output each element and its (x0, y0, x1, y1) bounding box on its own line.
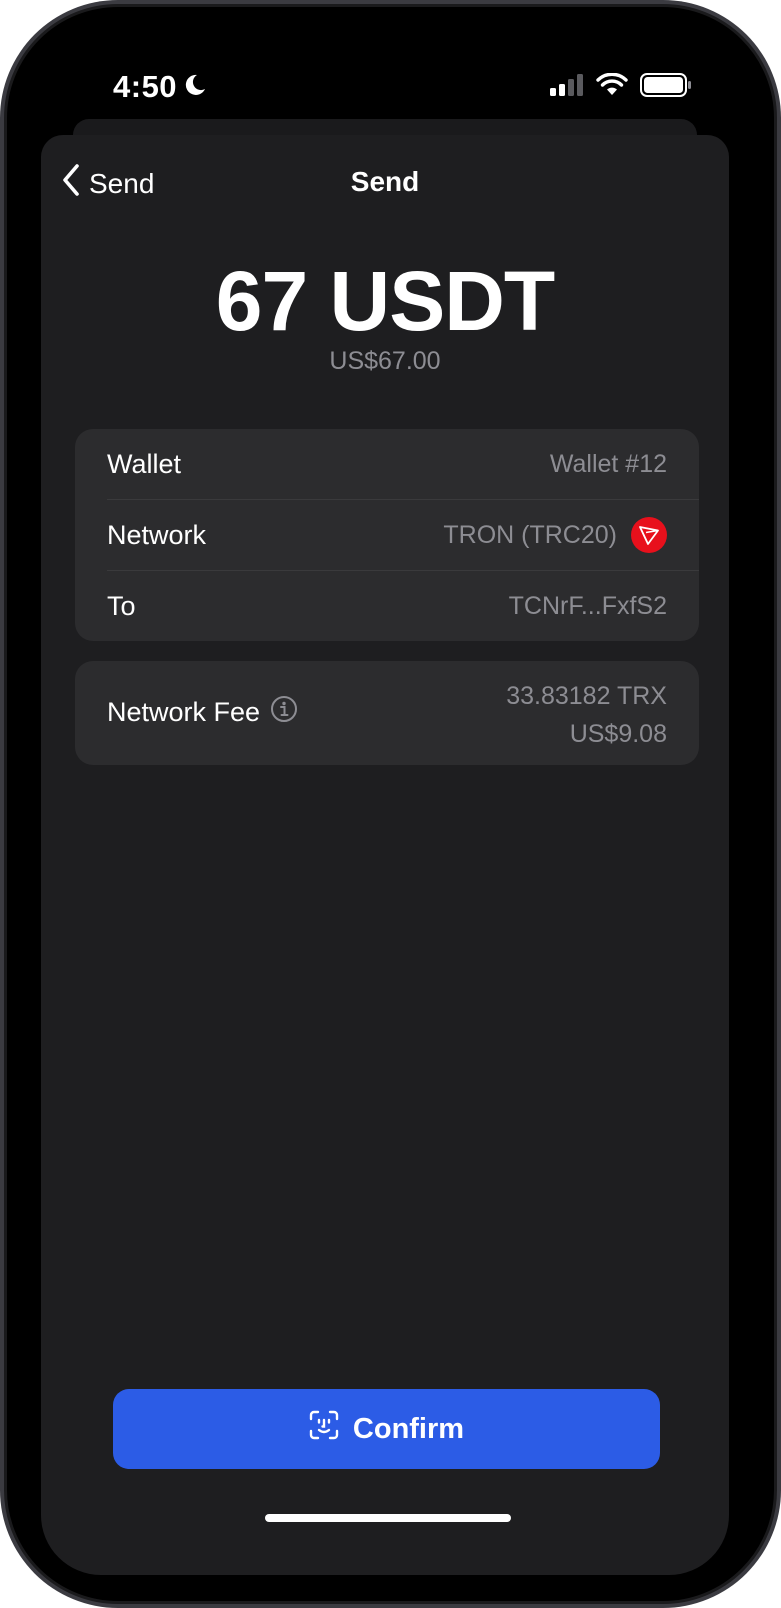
network-fee-label: Network Fee (107, 697, 261, 727)
face-id-icon (309, 1410, 339, 1448)
send-amount: 67 USDT (215, 254, 555, 348)
phone-frame: 4:50 Send Send 67 USDT US$67.00 Wallet W… (0, 0, 781, 1608)
send-amount-fiat: US$67.00 (329, 347, 441, 375)
network-label: Network (107, 519, 207, 550)
network-fee-card: Network Fee 33.83182 TRX US$9.08 (75, 661, 699, 765)
wallet-value: Wallet #12 (549, 449, 667, 478)
cellular-signal-icon (550, 74, 584, 101)
battery-icon (640, 73, 692, 102)
wallet-label: Wallet (107, 448, 182, 479)
confirm-button-label: Confirm (352, 1412, 465, 1445)
confirm-button[interactable]: Confirm (113, 1389, 660, 1469)
home-indicator[interactable] (265, 1514, 511, 1522)
wifi-icon (596, 72, 628, 102)
network-value-group: TRON (TRC20) (443, 517, 667, 553)
network-fee-crypto: 33.83182 TRX (506, 682, 667, 710)
page-title: Send (350, 166, 420, 197)
wallet-row: Wallet Wallet #12 (75, 429, 699, 499)
network-fee-values: 33.83182 TRX US$9.08 (506, 677, 667, 753)
clock: 4:50 (113, 69, 178, 104)
network-row: Network TRON (TRC20) (75, 500, 699, 570)
navigation-bar: Send Send (41, 135, 729, 225)
moon-icon (183, 69, 207, 105)
to-label: To (107, 590, 136, 621)
status-bar-indicators (550, 72, 692, 102)
recipient-address: TCNrF...FxfS2 (508, 591, 667, 620)
status-bar-time: 4:50 (113, 69, 207, 105)
transaction-details-card: Wallet Wallet #12 Network TRON (TRC20) T… (75, 429, 699, 641)
recipient-row: To TCNrF...FxfS2 (75, 571, 699, 641)
screen: 4:50 Send Send 67 USDT US$67.00 Wallet W… (4, 4, 777, 1604)
network-fee-fiat: US$9.08 (569, 720, 667, 748)
send-confirmation-sheet: Send Send 67 USDT US$67.00 Wallet Wallet… (41, 135, 729, 1575)
info-icon[interactable] (270, 695, 298, 730)
network-fee-label-group: Network Fee (107, 695, 298, 730)
tron-logo-icon (631, 517, 667, 553)
network-value: TRON (TRC20) (443, 520, 617, 549)
